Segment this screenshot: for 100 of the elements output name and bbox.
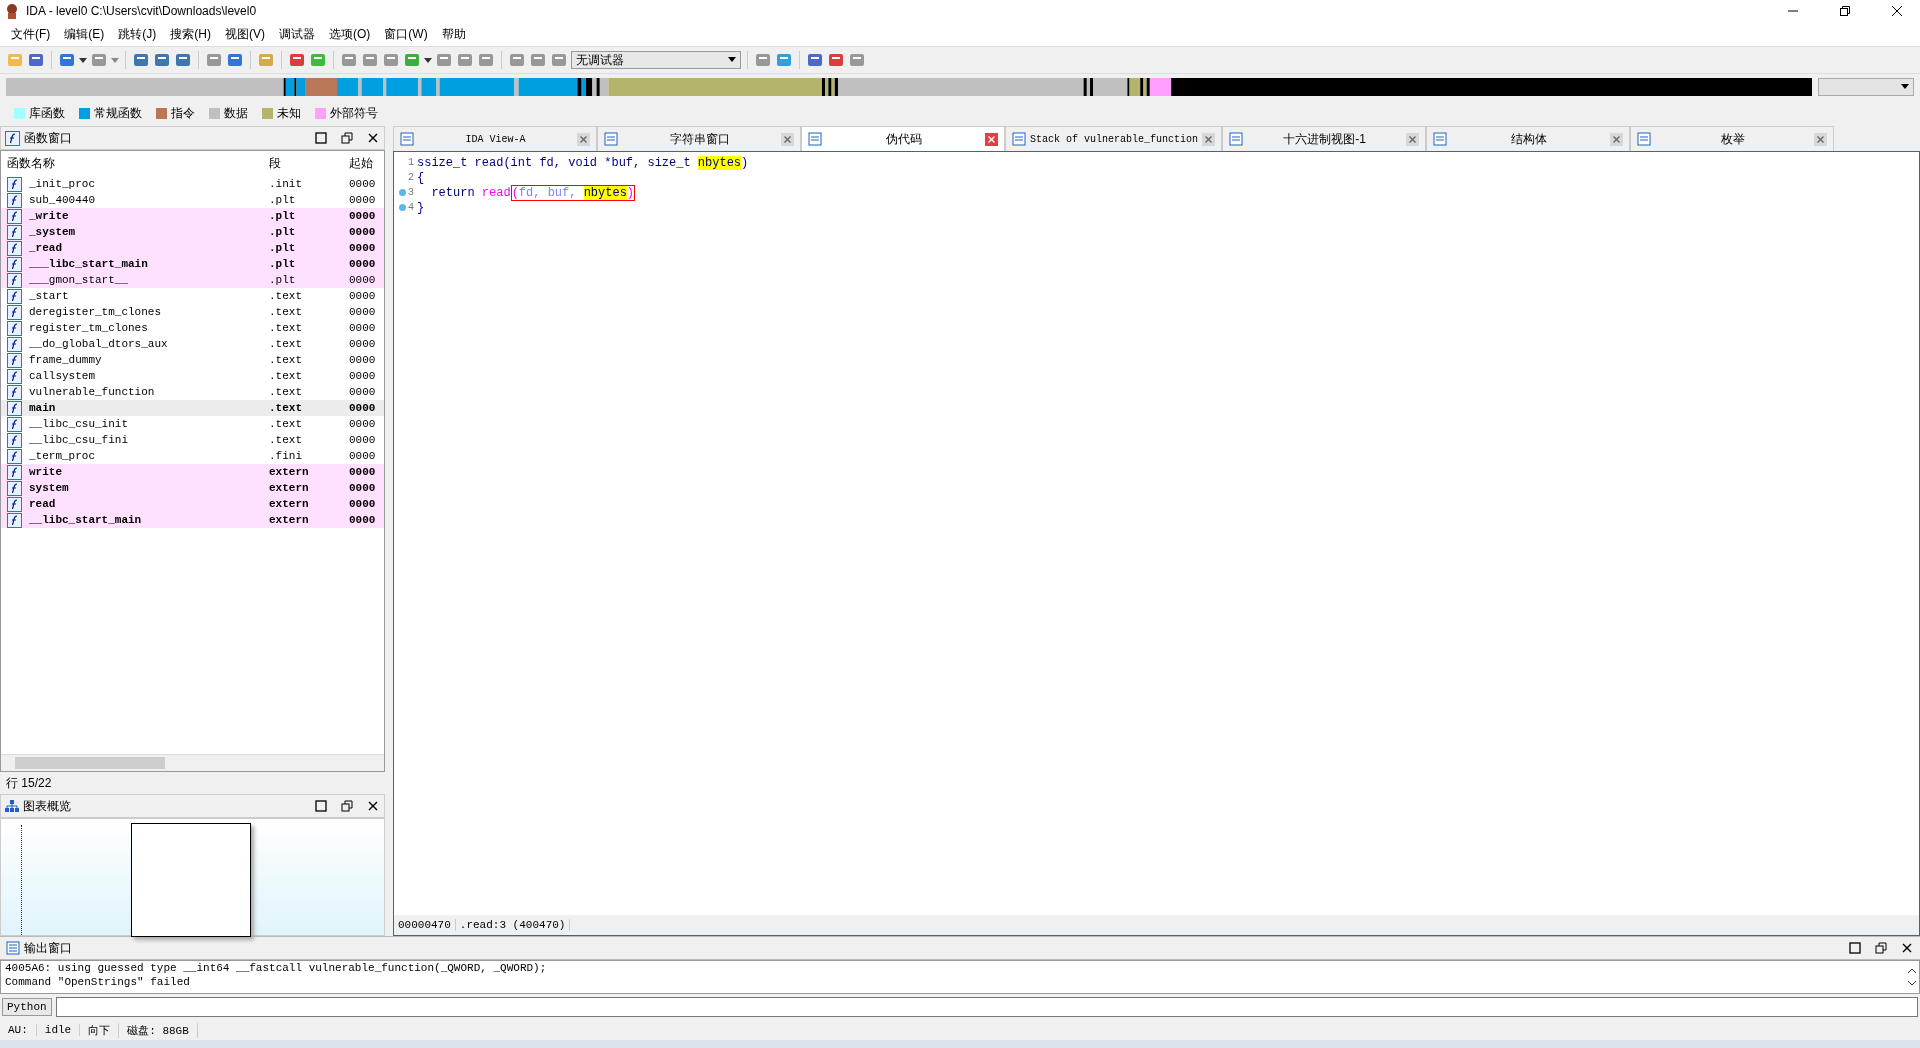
segment-name: extern	[269, 466, 310, 478]
window-icon	[808, 132, 822, 146]
maximize-icon[interactable]	[1848, 941, 1862, 955]
segment-name: .fini	[269, 450, 303, 462]
menu-item[interactable]: 调试器	[272, 25, 322, 43]
function-name: _init_proc	[29, 178, 96, 190]
function-row[interactable]: _system .plt 0000	[1, 224, 384, 240]
function-row[interactable]: read extern 0000	[1, 496, 384, 512]
menu-item[interactable]: 选项(O)	[322, 25, 378, 43]
menu-item[interactable]: 编辑(E)	[57, 25, 112, 43]
debugger-dropdown[interactable]: 无调试器	[571, 51, 741, 69]
function-name: sub_400440	[29, 194, 96, 206]
menu-item[interactable]: 搜索(H)	[163, 25, 218, 43]
function-icon	[7, 336, 22, 352]
editor-tab[interactable]: 枚举	[1630, 126, 1835, 151]
function-name: deregister_tm_clones	[29, 306, 163, 318]
function-row[interactable]: system extern 0000	[1, 480, 384, 496]
function-row[interactable]: __do_global_dtors_aux .text 0000	[1, 336, 384, 352]
function-name: _write	[29, 210, 70, 222]
function-name: frame_dummy	[29, 354, 103, 366]
function-row[interactable]: main .text 0000	[1, 400, 384, 416]
list-icon	[6, 941, 20, 955]
log-line: 4005A6: using guessed type __int64 __fastcall vulnerable_function(_QWORD, _QWORD);	[5, 962, 548, 976]
function-row[interactable]: register_tm_clones .text 0000	[1, 320, 384, 336]
function-row[interactable]: _write .plt 0000	[1, 208, 384, 224]
breakpoint-dot[interactable]	[399, 189, 406, 196]
start-address: 0000	[349, 194, 377, 206]
function-icon	[7, 256, 22, 272]
breakpoint-dot[interactable]	[399, 204, 406, 211]
function-row[interactable]: __libc_csu_init .text 0000	[1, 416, 384, 432]
segment-name: .text	[269, 354, 303, 366]
maximize-icon[interactable]	[314, 131, 328, 145]
function-row[interactable]: write extern 0000	[1, 464, 384, 480]
function-name: ___libc_start_main	[29, 258, 149, 270]
menu-item[interactable]: 跳转(J)	[111, 25, 164, 43]
function-name: _term_proc	[29, 450, 96, 462]
function-icon	[7, 496, 22, 512]
hierarchy-icon	[5, 799, 19, 813]
start-address: 0000	[349, 338, 377, 350]
function-row[interactable]: sub_400440 .plt 0000	[1, 192, 384, 208]
function-row[interactable]: __libc_csu_fini .text 0000	[1, 432, 384, 448]
function-icon	[7, 288, 22, 304]
restore-icon[interactable]	[1874, 941, 1888, 955]
status-text: 向下	[80, 1022, 120, 1038]
navigation-band-drawing[interactable]	[6, 78, 1812, 96]
function-icon	[7, 448, 22, 464]
function-row[interactable]: ___libc_start_main .plt 0000	[1, 256, 384, 272]
function-row[interactable]: vulnerable_function .text 0000	[1, 384, 384, 400]
language-button[interactable]: Python	[2, 998, 52, 1016]
function-name: callsystem	[29, 370, 96, 382]
function-row[interactable]: ___gmon_start__ .plt 0000	[1, 272, 384, 288]
function-row[interactable]: callsystem .text 0000	[1, 368, 384, 384]
start-address: 0000	[349, 466, 377, 478]
legend-label: 指令	[171, 104, 195, 122]
start-address: 0000	[349, 370, 377, 382]
segment-name: .plt	[269, 194, 297, 206]
command-input[interactable]	[55, 997, 1918, 1017]
panel-title: 函数窗口	[24, 129, 73, 147]
function-name: write	[29, 466, 63, 478]
editor-tab[interactable]: 伪代码	[801, 126, 1005, 151]
function-icon	[7, 304, 22, 320]
menu-item[interactable]: 帮助	[434, 25, 473, 43]
editor-tab[interactable]: 结构体	[1426, 126, 1631, 151]
column-header[interactable]: 段	[269, 155, 349, 172]
scrollbar-thumb[interactable]	[15, 757, 165, 769]
restore-icon[interactable]	[340, 131, 354, 145]
maximize-icon[interactable]	[314, 799, 328, 813]
function-name: _system	[29, 226, 77, 238]
start-address: 0000	[349, 322, 377, 334]
column-header[interactable]: 函数名称	[7, 155, 269, 172]
segment-name: .text	[269, 418, 303, 430]
start-address: 0000	[349, 498, 377, 510]
segment-name: .text	[269, 338, 303, 350]
restore-icon[interactable]	[340, 799, 354, 813]
function-name: __do_global_dtors_aux	[29, 338, 169, 350]
menu-item[interactable]: 文件(F)	[4, 25, 58, 43]
menu-item[interactable]: 视图(V)	[218, 25, 272, 43]
start-address: 0000	[349, 178, 377, 190]
segment-name: .text	[269, 386, 303, 398]
function-row[interactable]: _term_proc .fini 0000	[1, 448, 384, 464]
viewport-frame[interactable]	[131, 823, 251, 937]
editor-tab[interactable]: Stack of vulnerable_function	[1005, 126, 1223, 151]
segment-name: .plt	[269, 242, 297, 254]
function-row[interactable]: deregister_tm_clones .text 0000	[1, 304, 384, 320]
line-number: 2	[408, 172, 414, 183]
function-row[interactable]: _read .plt 0000	[1, 240, 384, 256]
function-row[interactable]: __libc_start_main extern 0000	[1, 512, 384, 528]
log-line: Command "OpenStrings" failed	[5, 976, 191, 990]
start-address: 0000	[349, 514, 377, 526]
function-row[interactable]: _start .text 0000	[1, 288, 384, 304]
function-icon	[7, 400, 22, 416]
editor-tab[interactable]: 十六进制视图-1	[1222, 126, 1427, 151]
editor-tab[interactable]: 字符串窗口	[597, 126, 801, 151]
function-name: read	[29, 498, 57, 510]
menu-item[interactable]: 窗口(W)	[377, 25, 435, 43]
editor-tab[interactable]: IDA View-A	[393, 126, 597, 151]
function-row[interactable]: frame_dummy .text 0000	[1, 352, 384, 368]
function-row[interactable]: _init_proc .init 0000	[1, 176, 384, 192]
column-header[interactable]: 起始	[349, 155, 384, 172]
segment-name: .text	[269, 434, 303, 446]
